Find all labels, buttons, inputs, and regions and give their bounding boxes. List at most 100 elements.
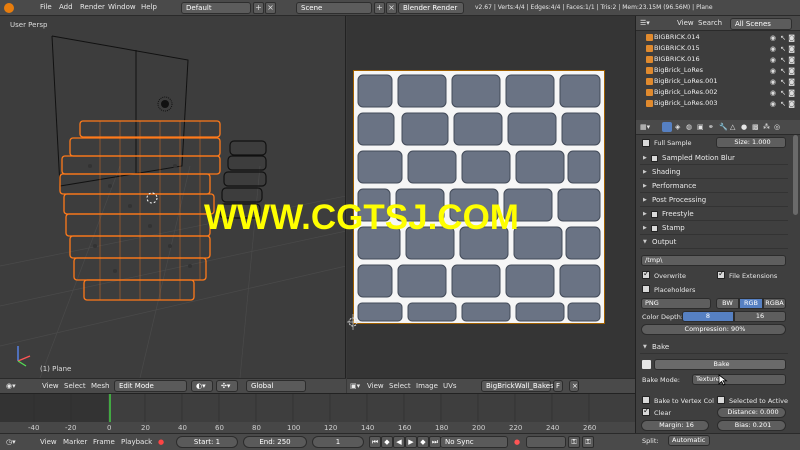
- image-unlink-button[interactable]: ×: [569, 380, 579, 392]
- properties-scrollbar[interactable]: [793, 135, 798, 215]
- data-tab-icon[interactable]: △: [730, 123, 735, 131]
- image-name-field[interactable]: BigBrickWall_Bakes: [481, 380, 554, 392]
- outliner-display-mode[interactable]: All Scenes: [730, 18, 792, 30]
- split-selector[interactable]: Automatic: [668, 435, 710, 446]
- scene-remove-button[interactable]: ×: [386, 2, 397, 14]
- outliner-item[interactable]: BIGBRICK.015 ◉ ↖ ◙: [636, 43, 796, 54]
- layout-selector[interactable]: Default: [181, 2, 251, 14]
- play-reverse-button[interactable]: ◀: [393, 436, 405, 448]
- particles-tab-icon[interactable]: ⁂: [763, 123, 770, 131]
- editor-type-properties-icon[interactable]: ▦▾: [640, 123, 650, 131]
- stamp-checkbox[interactable]: [651, 225, 658, 232]
- output-path-field[interactable]: /tmp\: [641, 255, 786, 266]
- distance-field[interactable]: Distance: 0.000: [717, 407, 786, 418]
- next-keyframe-button[interactable]: ◆: [417, 436, 429, 448]
- section-bake[interactable]: Bake: [640, 341, 788, 354]
- bake-mode-selector[interactable]: Textures: [692, 374, 786, 385]
- world-tab-icon[interactable]: ◍: [686, 123, 692, 131]
- freestyle-checkbox[interactable]: [651, 211, 658, 218]
- current-frame-field[interactable]: 1: [312, 436, 364, 448]
- modifiers-tab-icon[interactable]: 🔧: [719, 123, 728, 131]
- menu-window[interactable]: Window: [108, 3, 136, 11]
- section-performance[interactable]: Performance: [640, 180, 788, 193]
- eye-icon[interactable]: ◉: [770, 99, 776, 110]
- scene-add-button[interactable]: +: [374, 2, 385, 14]
- physics-tab-icon[interactable]: ◎: [774, 123, 780, 131]
- viewport-shading-button[interactable]: ◐▾: [191, 380, 213, 392]
- section-post-processing[interactable]: Post Processing: [640, 194, 788, 207]
- menu-3d-select[interactable]: Select: [64, 382, 86, 390]
- margin-field[interactable]: Margin: 16: [641, 420, 709, 431]
- menu-timeline-frame[interactable]: Frame: [93, 438, 115, 446]
- color-rgb-button[interactable]: RGB: [739, 298, 763, 309]
- 3d-viewport[interactable]: User Persp (1) Plane: [0, 16, 346, 378]
- scene-selector[interactable]: Scene: [296, 2, 372, 14]
- sync-mode-selector[interactable]: No Sync: [440, 436, 508, 448]
- outliner-item[interactable]: BigBrick_LoRes.003 ◉ ↖ ◙: [636, 98, 796, 109]
- blender-logo-icon[interactable]: [4, 3, 14, 13]
- selected-to-active-checkbox[interactable]: [717, 396, 725, 404]
- end-frame-field[interactable]: End: 250: [243, 436, 307, 448]
- record-icon[interactable]: ●: [158, 438, 164, 446]
- menu-render[interactable]: Render: [80, 3, 105, 11]
- outliner[interactable]: ☰▾ View Search All Scenes BIGBRICK.014 ◉ ↖…: [635, 16, 800, 120]
- outliner-item[interactable]: BigBrick_LoRes ◉ ↖ ◙: [636, 65, 796, 76]
- delete-keyframe-button[interactable]: ⚿: [582, 436, 594, 448]
- menu-outliner-search[interactable]: Search: [698, 19, 722, 27]
- prev-keyframe-button[interactable]: ◆: [381, 436, 393, 448]
- section-freestyle[interactable]: Freestyle: [640, 208, 788, 221]
- editor-type-3d-icon[interactable]: ◉▾: [6, 382, 16, 390]
- jump-start-button[interactable]: ⏮: [369, 436, 381, 448]
- menu-img-select[interactable]: Select: [389, 382, 411, 390]
- fake-user-button[interactable]: F: [553, 380, 563, 392]
- insert-keyframe-button[interactable]: ⚿: [568, 436, 580, 448]
- menu-file[interactable]: File: [40, 3, 52, 11]
- color-bw-button[interactable]: BW: [716, 298, 739, 309]
- constraints-tab-icon[interactable]: ⚭: [708, 123, 714, 131]
- properties-editor[interactable]: ▦▾ ◈ ◍ ▣ ⚭ 🔧 △ ● ▩ ⁂ ◎ Full Sample Size:…: [635, 120, 800, 433]
- compression-slider[interactable]: Compression: 90%: [641, 324, 786, 335]
- pivot-point-button[interactable]: ✣▾: [216, 380, 238, 392]
- editor-type-outliner-icon[interactable]: ☰▾: [640, 19, 650, 27]
- section-stamp[interactable]: Stamp: [640, 222, 788, 235]
- layout-remove-button[interactable]: ×: [265, 2, 276, 14]
- transform-orientation-selector[interactable]: Global: [246, 380, 306, 392]
- outliner-item[interactable]: BigBrick_LoRes.002 ◉ ↖ ◙: [636, 87, 796, 98]
- scene-tab-icon[interactable]: ◈: [675, 123, 680, 131]
- menu-3d-view[interactable]: View: [42, 382, 59, 390]
- editor-type-image-icon[interactable]: ▣▾: [350, 382, 360, 390]
- clear-checkbox[interactable]: [642, 406, 650, 416]
- menu-timeline-marker[interactable]: Marker: [63, 438, 87, 446]
- menu-timeline-view[interactable]: View: [40, 438, 57, 446]
- full-sample-checkbox[interactable]: [642, 139, 650, 147]
- sample-size-field[interactable]: Size: 1.000: [716, 137, 786, 148]
- texture-tab-icon[interactable]: ▩: [752, 123, 759, 131]
- object-tab-icon[interactable]: ▣: [697, 123, 704, 131]
- start-frame-field[interactable]: Start: 1: [176, 436, 238, 448]
- menu-img-view[interactable]: View: [367, 382, 384, 390]
- menu-help[interactable]: Help: [141, 3, 157, 11]
- file-format-selector[interactable]: PNG: [641, 298, 711, 309]
- layout-add-button[interactable]: +: [253, 2, 264, 14]
- uv-image-editor[interactable]: [347, 16, 635, 378]
- autokey-record-icon[interactable]: ●: [514, 438, 520, 446]
- menu-add[interactable]: Add: [59, 3, 73, 11]
- bias-field[interactable]: Bias: 0.201: [717, 420, 786, 431]
- render-tab-icon[interactable]: [662, 122, 672, 132]
- outliner-item[interactable]: BigBrick_LoRes.001 ◉ ↖ ◙: [636, 76, 796, 87]
- editor-type-timeline-icon[interactable]: ◷▾: [6, 438, 16, 446]
- menu-img-image[interactable]: Image: [416, 382, 438, 390]
- camera-icon[interactable]: ◙: [788, 99, 795, 110]
- section-output[interactable]: Output: [640, 236, 788, 249]
- menu-3d-mesh[interactable]: Mesh: [91, 382, 109, 390]
- keying-set-field[interactable]: [526, 436, 566, 448]
- motion-blur-checkbox[interactable]: [651, 155, 658, 162]
- file-extensions-checkbox[interactable]: [717, 269, 725, 279]
- color-depth-16-button[interactable]: 16: [734, 311, 786, 322]
- section-sampled-motion-blur[interactable]: Sampled Motion Blur: [640, 152, 788, 165]
- mode-selector[interactable]: Edit Mode: [114, 380, 187, 392]
- menu-timeline-playback[interactable]: Playback: [121, 438, 152, 446]
- color-rgba-button[interactable]: RGBA: [763, 298, 786, 309]
- menu-img-uvs[interactable]: UVs: [443, 382, 457, 390]
- outliner-item[interactable]: BIGBRICK.014 ◉ ↖ ◙: [636, 32, 796, 43]
